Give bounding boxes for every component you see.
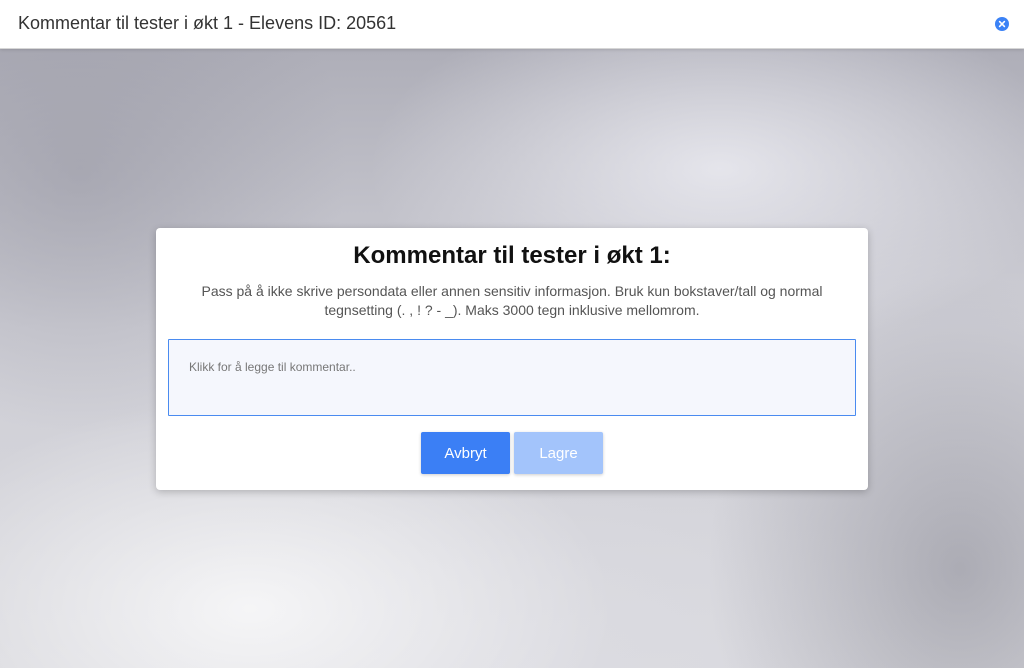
cancel-button[interactable]: Avbryt (421, 432, 510, 474)
title-bar: Kommentar til tester i økt 1 - Elevens I… (0, 0, 1024, 49)
save-button[interactable]: Lagre (514, 432, 603, 474)
dialog-description: Pass på å ikke skrive persondata eller a… (201, 283, 823, 318)
comment-textarea[interactable] (168, 339, 856, 416)
comment-dialog: Kommentar til tester i økt 1: Pass på å … (156, 228, 868, 490)
close-button[interactable] (995, 17, 1009, 31)
window-title: Kommentar til tester i økt 1 - Elevens I… (18, 13, 397, 33)
dialog-title: Kommentar til tester i økt 1: (353, 242, 671, 269)
close-circle-icon (998, 20, 1006, 28)
